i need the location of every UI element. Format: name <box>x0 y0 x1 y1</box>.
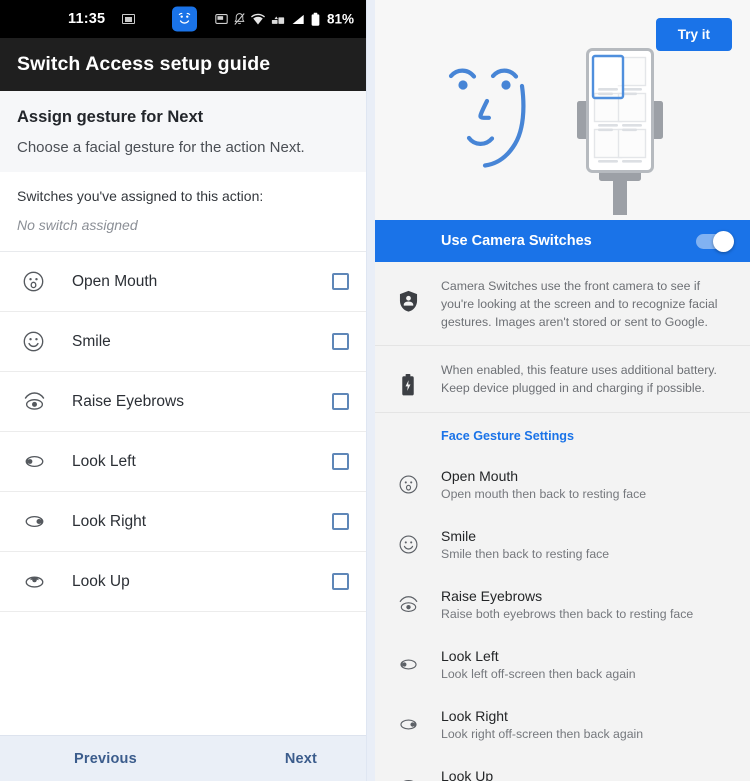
gesture-label: Look Up <box>72 572 130 590</box>
gesture-setting-texts: Open Mouth Open mouth then back to resti… <box>441 464 734 501</box>
right-phone-screen: Try it Use Camera Switches Camera Switch… <box>375 0 750 781</box>
look-left-icon <box>375 644 441 675</box>
gesture-label: Smile <box>72 332 111 350</box>
look-up-icon <box>22 570 58 593</box>
status-bar: 11:35 81% <box>0 0 366 38</box>
gesture-setting-subtitle: Open mouth then back to resting face <box>441 487 647 502</box>
screenshot-icon <box>215 13 228 25</box>
previous-button[interactable]: Previous <box>74 751 137 767</box>
list-item[interactable]: Smile Smile then back to resting face <box>375 515 750 575</box>
battery-percent-label: 81% <box>326 11 354 27</box>
face-illustration-icon <box>437 52 557 182</box>
assigned-switches-label: Switches you've assigned to this action: <box>17 188 264 204</box>
bottom-navigation: Previous Next <box>0 735 366 781</box>
intro-section: Assign gesture for Next Choose a facial … <box>0 91 366 173</box>
gesture-setting-subtitle: Smile then back to resting face <box>441 547 610 562</box>
gesture-setting-texts: Look Up <box>441 764 734 781</box>
assigned-switches-section: Switches you've assigned to this action:… <box>0 173 366 252</box>
intro-heading: Assign gesture for Next <box>17 108 204 126</box>
look-up-icon <box>375 764 441 781</box>
left-phone-screen: 11:35 81% Switch Access setup guide Assi… <box>0 0 367 781</box>
use-camera-switches-label: Use Camera Switches <box>441 233 592 249</box>
gesture-setting-title: Look Left <box>441 648 499 665</box>
gesture-setting-subtitle: Raise both eyebrows then back to resting… <box>441 607 694 622</box>
wifi-icon <box>251 13 265 25</box>
list-item[interactable]: Look Up <box>375 755 750 781</box>
privacy-info-item: Camera Switches use the front camera to … <box>375 262 750 347</box>
shield-person-icon <box>375 278 441 331</box>
gesture-checkbox[interactable] <box>332 453 349 470</box>
battery-info-item: When enabled, this feature uses addition… <box>375 346 750 414</box>
battery-info-text: When enabled, this feature uses addition… <box>441 363 717 396</box>
use-camera-switches-toggle-row[interactable]: Use Camera Switches <box>375 220 750 262</box>
gesture-setting-texts: Smile Smile then back to resting face <box>441 524 734 561</box>
raise-eyebrows-icon <box>375 584 441 615</box>
list-item[interactable]: Look Up <box>0 552 366 612</box>
gesture-setting-title: Smile <box>441 528 477 545</box>
look-right-icon <box>375 704 441 735</box>
gesture-setting-texts: Look Right Look right off-screen then ba… <box>441 704 734 741</box>
signal-icon <box>291 13 305 25</box>
smile-icon <box>22 330 58 353</box>
open-mouth-icon <box>22 270 58 293</box>
notifications-muted-icon <box>234 13 245 26</box>
vpn-icon <box>271 13 285 25</box>
list-item[interactable]: Look Left Look left off-screen then back… <box>375 635 750 695</box>
list-item[interactable]: Raise Eyebrows <box>0 372 366 432</box>
gesture-checkbox[interactable] <box>332 393 349 410</box>
look-right-icon <box>22 510 58 533</box>
privacy-info-text: Camera Switches use the front camera to … <box>441 279 718 329</box>
gesture-setting-title: Raise Eyebrows <box>441 588 543 605</box>
look-left-icon <box>22 450 58 473</box>
gesture-label: Look Right <box>72 512 147 530</box>
gesture-setting-texts: Look Left Look left off-screen then back… <box>441 644 734 681</box>
face-gesture-settings-header: Face Gesture Settings <box>375 413 750 456</box>
app-bar: Switch Access setup guide <box>0 38 366 91</box>
camera-switches-face-icon <box>172 6 197 32</box>
page-title: Switch Access setup guide <box>17 53 271 75</box>
list-item[interactable]: Look Right Look right off-screen then ba… <box>375 695 750 755</box>
battery-icon <box>311 12 320 26</box>
list-item[interactable]: Open Mouth Open mouth then back to resti… <box>375 455 750 515</box>
gesture-setting-title: Open Mouth <box>441 468 519 485</box>
hero-illustration-area: Try it <box>375 0 750 220</box>
gesture-checkbox[interactable] <box>332 333 349 350</box>
gesture-label: Open Mouth <box>72 272 158 290</box>
gesture-checkbox[interactable] <box>332 573 349 590</box>
switch-knob <box>713 230 734 252</box>
gesture-options-list: Open Mouth Smile Raise Eyebrows Look Lef… <box>0 252 366 735</box>
open-mouth-icon <box>375 464 441 495</box>
gesture-checkbox[interactable] <box>332 273 349 290</box>
phone-on-stand-illustration-icon <box>572 45 668 215</box>
intro-description: Choose a facial gesture for the action N… <box>17 139 305 156</box>
face-gesture-settings-list: Open Mouth Open mouth then back to resti… <box>375 455 750 781</box>
list-item[interactable]: Smile <box>0 312 366 372</box>
gesture-setting-title: Look Up <box>441 768 494 781</box>
gesture-checkbox[interactable] <box>332 513 349 530</box>
gesture-setting-subtitle: Look right off-screen then back again <box>441 727 644 742</box>
gesture-label: Raise Eyebrows <box>72 392 184 410</box>
smile-icon <box>375 524 441 555</box>
list-item[interactable]: Open Mouth <box>0 252 366 312</box>
use-camera-switches-switch[interactable] <box>696 230 734 252</box>
gesture-setting-subtitle: Look left off-screen then back again <box>441 667 636 682</box>
gesture-label: Look Left <box>72 452 136 470</box>
status-bar-icons: 81% <box>215 12 354 27</box>
status-bar-clock: 11:35 <box>68 11 106 27</box>
gesture-setting-title: Look Right <box>441 708 508 725</box>
raise-eyebrows-icon <box>22 390 58 413</box>
battery-charging-icon <box>375 362 441 398</box>
message-icon <box>122 14 135 24</box>
dual-screenshot-container: 11:35 81% Switch Access setup guide Assi… <box>0 0 750 781</box>
next-button[interactable]: Next <box>285 751 317 767</box>
list-item[interactable]: Look Right <box>0 492 366 552</box>
gesture-setting-texts: Raise Eyebrows Raise both eyebrows then … <box>441 584 734 621</box>
list-item[interactable]: Raise Eyebrows Raise both eyebrows then … <box>375 575 750 635</box>
assigned-switches-value: No switch assigned <box>17 217 138 233</box>
list-item[interactable]: Look Left <box>0 432 366 492</box>
